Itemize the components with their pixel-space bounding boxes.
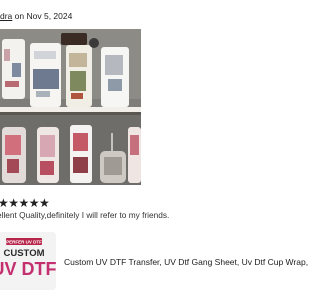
review-text: ellent Quality,definitely I will refer t… (0, 210, 170, 220)
thumb-word-custom: CUSTOM (4, 248, 45, 259)
on-word: on (12, 11, 27, 21)
custom-uv-dtf-graphic: PERFER UV DTF CUSTOM UV DTF (0, 232, 56, 290)
reviewer-name-link[interactable]: dra (0, 11, 12, 21)
tumblers-photo-graphic (0, 29, 141, 185)
item-thumbnail[interactable]: PERFER UV DTF CUSTOM UV DTF (0, 232, 56, 290)
rating-stars: ★★★★★ (0, 196, 50, 210)
review-photo[interactable] (0, 29, 141, 185)
thumb-banner-text: PERFER UV DTF (6, 240, 42, 245)
review-meta: dra on Nov 5, 2024 (0, 11, 72, 21)
review-date: Nov 5, 2024 (26, 11, 73, 21)
item-title-link[interactable]: Custom UV DTF Transfer, UV Dtf Gang Shee… (64, 257, 308, 267)
thumb-word-uv-dtf: UV DTF (0, 259, 56, 279)
